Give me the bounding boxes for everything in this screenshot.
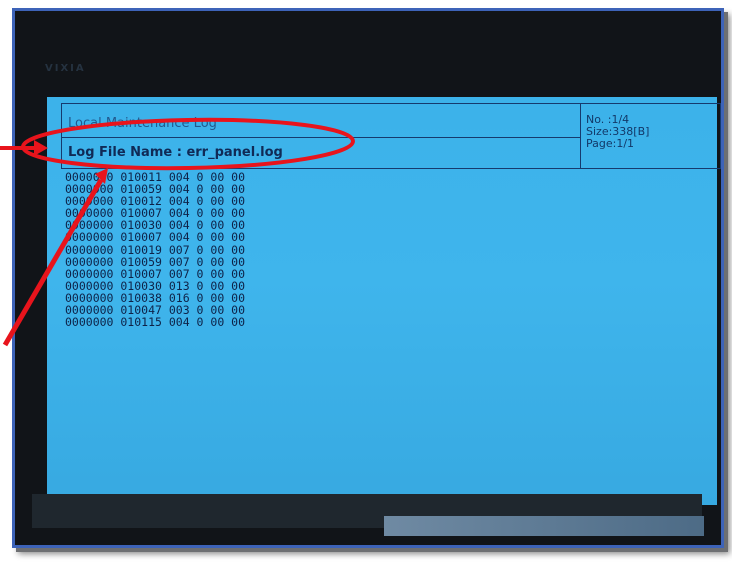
log-meta: No. :1/4 Size:338[B] Page:1/1 [586,114,649,150]
header-divider [580,104,581,168]
log-line: 0000000 010059 007 0 00 00 [65,254,246,269]
log-line: 0000000 010115 004 0 00 00 [65,315,246,330]
log-line: 0000000 010007 004 0 00 00 [65,230,246,245]
photo-frame: VIXIA Local Maintenance Log Log File Nam… [12,8,724,548]
log-file-name: Log File Name : err_panel.log [68,145,283,160]
log-header: Local Maintenance Log Log File Name : er… [61,103,721,169]
log-title: Local Maintenance Log [68,116,217,131]
log-line: 0000000 010019 007 0 00 00 [65,242,246,257]
header-divider [62,137,580,138]
page-indicator: Page:1/1 [586,137,635,150]
brand-logo: VIXIA [45,63,86,74]
bezel-strip [384,516,704,536]
log-entries: 0000000 010011 004 0 00 00 0000000 010059… [65,171,245,328]
maintenance-screen: Local Maintenance Log Log File Name : er… [47,97,721,505]
